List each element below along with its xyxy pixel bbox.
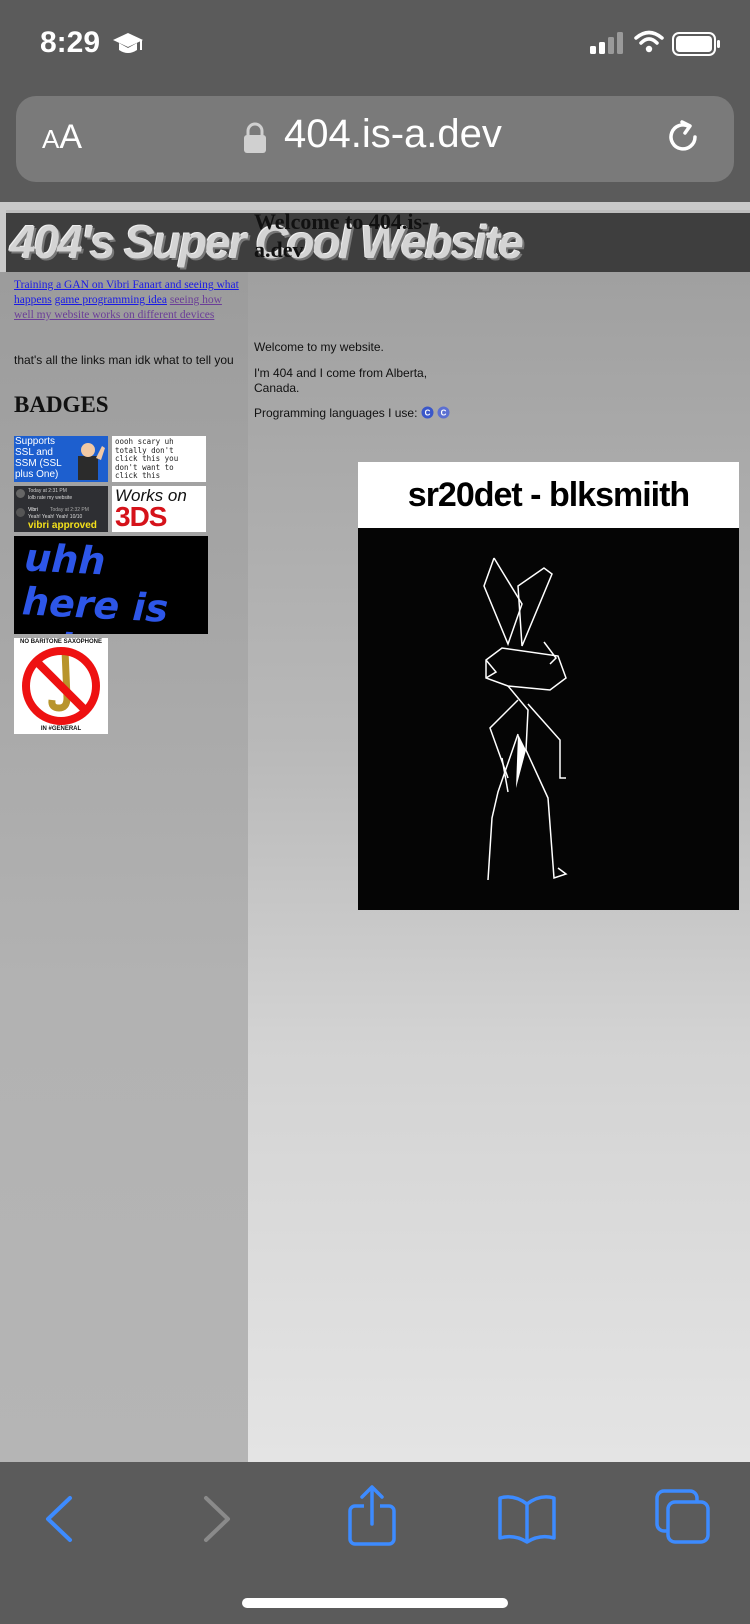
tabs-icon[interactable] [654, 1488, 712, 1551]
graduation-cap-icon [112, 30, 144, 63]
about-text: I'm 404 and I come from Alberta, Canada. [254, 366, 428, 395]
sidebar: Training a GAN on Vibri Fanart and seein… [0, 272, 248, 1462]
badges-heading: BADGES [14, 392, 109, 417]
badge-ssl-text: Supports SSL and SSM (SSL plus One) [15, 436, 62, 480]
badge-vibri-approved-text: vibri approved [28, 520, 97, 531]
bookmarks-icon[interactable] [496, 1492, 558, 1551]
badge-uhh-here[interactable]: uhh here is a badge [14, 536, 208, 634]
no-saxophone-icon [22, 647, 100, 725]
svg-text:C: C [441, 409, 447, 418]
badge-scary-text: oooh scary uh totally don't click this y… [115, 437, 179, 480]
svg-text:C: C [424, 409, 430, 418]
sidebar-links: Training a GAN on Vibri Fanart and seein… [14, 278, 244, 323]
album-art[interactable]: sr20det - blksmiith [358, 462, 739, 910]
back-icon[interactable] [40, 1492, 76, 1551]
wifi-icon [634, 30, 664, 59]
stick-figure-drawing [483, 557, 568, 881]
badge-works-on-3ds[interactable]: Works on 3DS [112, 486, 206, 532]
languages-label: Programming languages I use: [254, 406, 418, 420]
sidebar-note: that's all the links man idk what to tel… [14, 353, 234, 367]
languages-line: Programming languages I use: C C [254, 406, 574, 421]
status-bar: 8:29 [0, 0, 750, 92]
forward-icon[interactable] [200, 1492, 236, 1551]
share-icon[interactable] [344, 1484, 400, 1553]
badge-no-baritone-sax[interactable]: NO BARITONE SAXOPHONE IN #GENERAL [14, 638, 108, 734]
web-content: 404's Super Cool Website Training a GAN … [0, 202, 750, 1462]
avatar [16, 508, 25, 517]
browser-toolbar [0, 1462, 750, 1624]
badge-vibri-approved[interactable]: Today at 2:31 PM lolb rate my website Vi… [14, 486, 108, 532]
intro-text: Welcome to my website. [254, 340, 384, 354]
thumbs-up-icon [78, 443, 105, 480]
link-game-idea[interactable]: game programming idea [55, 294, 167, 306]
c-icon: C [421, 406, 434, 419]
lock-icon [242, 122, 268, 159]
welcome-heading: Welcome to 404.is-a.dev [254, 209, 430, 262]
badge-ssl[interactable]: Supports SSL and SSM (SSL plus One) [14, 436, 108, 482]
battery-icon [672, 32, 722, 61]
text-size-button[interactable]: AA [42, 118, 82, 157]
signal-icon [590, 32, 626, 59]
clock: 8:29 [40, 26, 101, 59]
badge-scary[interactable]: oooh scary uh totally don't click this y… [112, 436, 206, 482]
cpp-icon: C [437, 406, 450, 419]
avatar [16, 489, 25, 498]
album-title: sr20det - blksmiith [407, 476, 690, 514]
url-text[interactable]: 404.is-a.dev [284, 112, 502, 157]
home-indicator[interactable] [242, 1598, 508, 1608]
album-header: sr20det - blksmiith [358, 462, 739, 528]
reload-icon[interactable] [662, 116, 704, 163]
badge-uhh-text: uhh here is a badge [19, 536, 193, 634]
address-bar[interactable]: AA 404.is-a.dev [16, 96, 734, 182]
